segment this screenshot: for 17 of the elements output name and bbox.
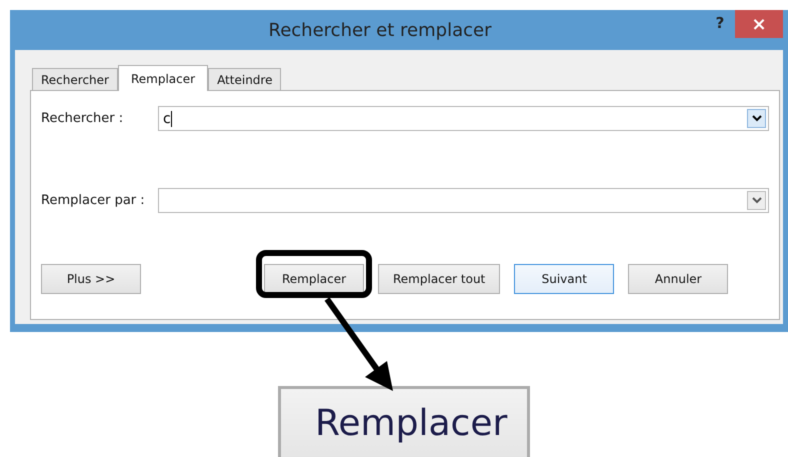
window-title: Rechercher et remplacer	[268, 20, 492, 40]
field-label: Rechercher :	[41, 111, 124, 126]
tab[interactable]: Atteindre	[208, 68, 282, 90]
dialog-button[interactable]: Annuler	[628, 264, 728, 294]
combo-field[interactable]: c	[158, 106, 769, 131]
dropdown-icon[interactable]	[747, 109, 766, 128]
combo-field[interactable]	[158, 188, 769, 213]
dropdown-icon[interactable]	[747, 191, 766, 210]
help-button[interactable]: ?	[705, 14, 735, 32]
tab[interactable]: Remplacer	[118, 65, 208, 91]
dialog-button[interactable]: Suivant	[514, 264, 614, 294]
tab[interactable]: Rechercher	[32, 68, 118, 90]
close-button[interactable]: ×	[735, 10, 783, 38]
dialog-button[interactable]: Plus >>	[41, 264, 141, 294]
field-label: Remplacer par :	[41, 193, 146, 208]
dialog-button[interactable]: Remplacer tout	[378, 264, 500, 294]
dialog-button[interactable]: Remplacer	[264, 264, 364, 294]
